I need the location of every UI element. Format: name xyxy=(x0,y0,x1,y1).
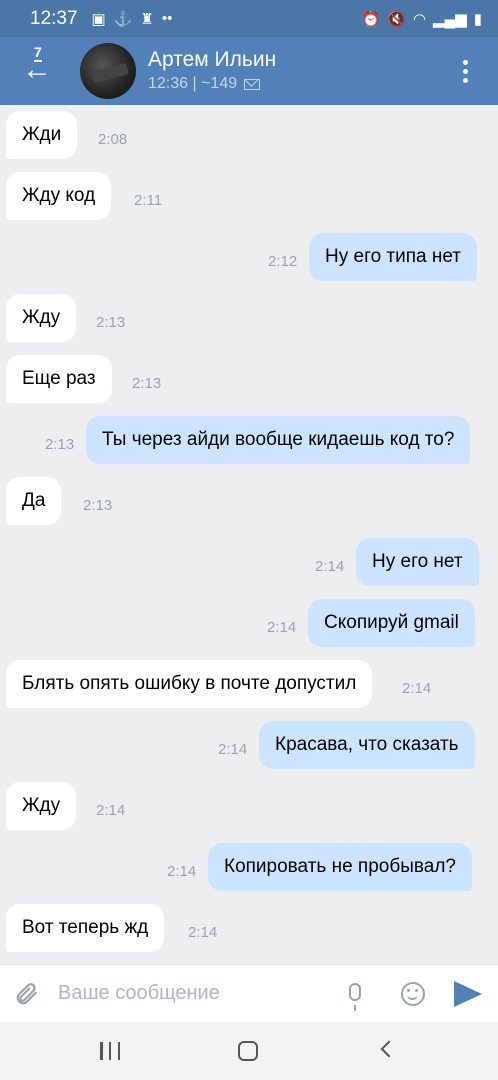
message-time: 2:08 xyxy=(98,131,128,148)
home-icon[interactable] xyxy=(238,1041,258,1061)
attach-icon[interactable] xyxy=(14,981,40,1007)
message-time: 2:14 xyxy=(315,558,345,575)
alarm-icon: ⏰ xyxy=(361,10,381,28)
message-time: 2:14 xyxy=(96,802,126,819)
last-seen-text: 12:36 | ~149 xyxy=(148,75,238,92)
message-time: 2:14 xyxy=(188,924,218,941)
message-bubble[interactable]: Вот теперь жд xyxy=(6,904,165,952)
signal-icon: ▂▄▆ xyxy=(433,10,467,28)
message-composer: Ваше сообщение xyxy=(0,964,498,1022)
image-icon: ▣ xyxy=(91,10,106,28)
message-bubble[interactable]: Жду xyxy=(6,294,77,342)
avatar[interactable] xyxy=(80,43,136,99)
wifi-icon: ◠ xyxy=(412,10,427,28)
emoji-icon[interactable] xyxy=(401,982,425,1006)
more-options-icon[interactable] xyxy=(463,59,468,83)
back-button[interactable]: 7 ← xyxy=(0,37,70,105)
message-bubble[interactable]: Ну его нет xyxy=(356,538,479,586)
message-time: 2:14 xyxy=(267,619,297,636)
message-time: 2:13 xyxy=(132,375,162,392)
send-icon[interactable] xyxy=(454,981,482,1007)
message-bubble[interactable]: Ну его типа нет xyxy=(309,233,478,281)
message-bubble[interactable]: Красава, что сказать xyxy=(259,721,475,769)
message-bubble[interactable]: Еще раз xyxy=(6,355,112,403)
message-bubble[interactable]: Да xyxy=(6,477,62,525)
mute-icon: 🔇 xyxy=(387,10,406,28)
battery-icon: ▮ xyxy=(473,10,482,28)
contact-name: Артем Ильин xyxy=(148,48,277,71)
message-bubble[interactable]: Жду код xyxy=(6,172,112,220)
recent-apps-icon[interactable] xyxy=(100,1042,120,1060)
mail-icon xyxy=(244,78,261,90)
nav-back-icon[interactable] xyxy=(380,1040,398,1058)
back-arrow-icon: ← xyxy=(22,53,52,86)
chat-header: 7 ← Артем Ильин 12:36 | ~149 xyxy=(0,37,498,105)
anchor-icon: ⚓ xyxy=(113,10,133,28)
message-bubble[interactable]: Скопируй gmail xyxy=(308,599,475,647)
message-bubble[interactable]: Жди xyxy=(6,111,78,159)
message-bubble[interactable]: Ты через айди вообще кидаешь код то? xyxy=(86,416,471,464)
system-nav-bar xyxy=(0,1022,498,1080)
message-bubble[interactable]: Копировать не пробывал? xyxy=(208,843,472,891)
message-input[interactable]: Ваше сообщение xyxy=(58,982,220,1005)
message-time: 2:14 xyxy=(167,863,197,880)
message-time: 2:12 xyxy=(268,253,298,270)
message-time: 2:13 xyxy=(83,497,113,514)
contact-status: 12:36 | ~149 xyxy=(148,73,276,95)
status-bar: 12:37 ▣ ⚓ ♜ •• ⏰ 🔇 ◠ ▂▄▆ ▮ xyxy=(0,0,498,37)
game-icon: ♜ xyxy=(140,10,154,28)
message-time: 2:14 xyxy=(218,741,248,758)
message-time: 2:11 xyxy=(134,192,163,209)
microphone-icon[interactable] xyxy=(349,983,361,1011)
message-time: 2:13 xyxy=(45,436,75,453)
status-time: 12:37 xyxy=(30,7,78,29)
more-dots-icon: •• xyxy=(161,10,173,27)
message-bubble[interactable]: Блять опять ошибку в почте допустил xyxy=(6,660,373,708)
message-bubble[interactable]: Жду xyxy=(6,782,77,830)
message-time: 2:13 xyxy=(96,314,126,331)
contact-info[interactable]: Артем Ильин 12:36 | ~149 xyxy=(148,47,276,95)
message-time: 2:14 xyxy=(402,680,432,697)
